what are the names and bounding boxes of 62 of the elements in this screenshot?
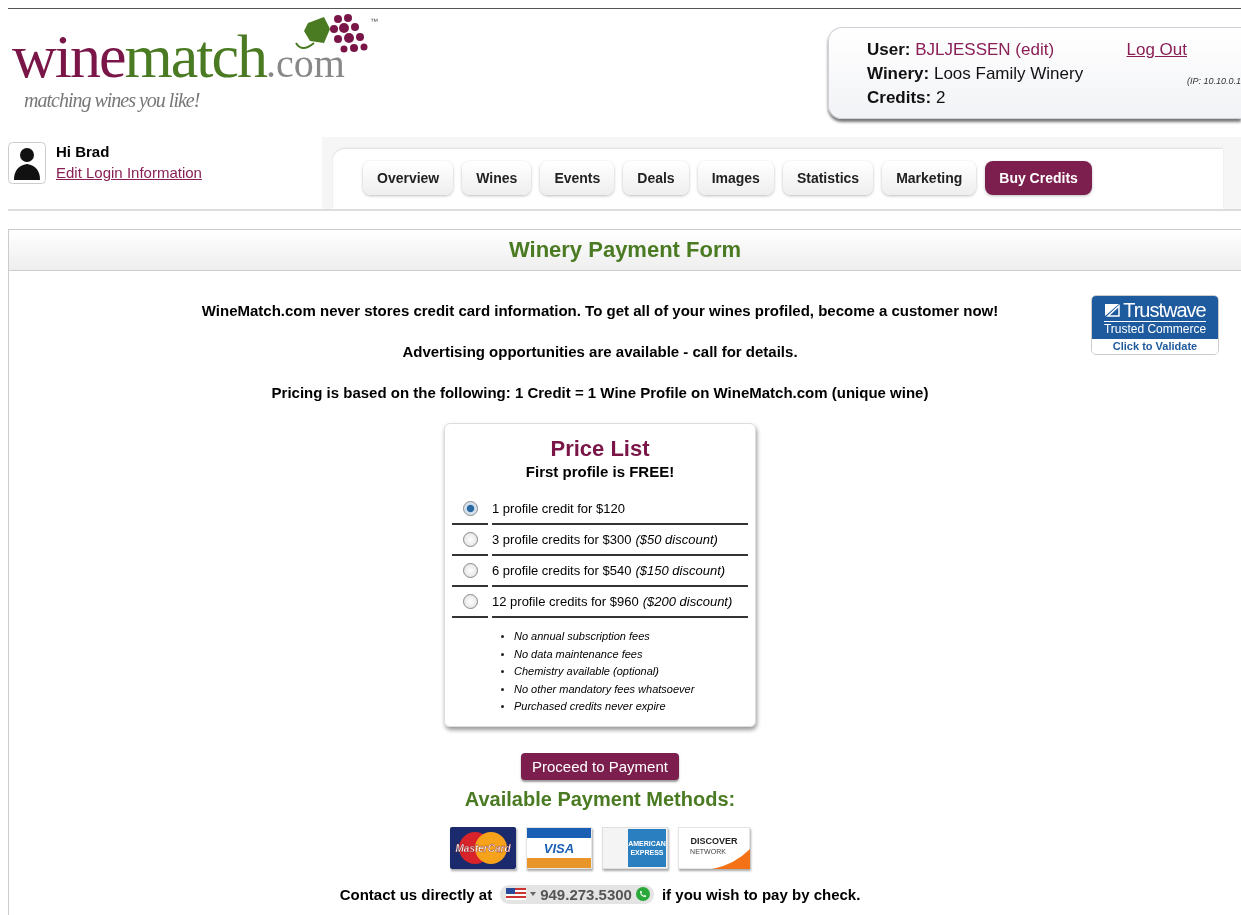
nav-tab[interactable]: Buy Credits [985, 161, 1092, 195]
bullet-icon [501, 670, 504, 674]
caret-icon [530, 892, 537, 896]
contact-text: Contact us directly at [339, 885, 493, 903]
radio-button[interactable] [462, 594, 478, 609]
proceed-button[interactable]: Proceed to Payment [521, 752, 679, 780]
bullet-icon [501, 635, 504, 639]
phone-icon [635, 887, 650, 901]
bullet-icon [501, 705, 504, 709]
info-text: WineMatch.com never stores credit card information. To get all of your wines profiled, become a customer now! [201, 301, 999, 321]
feature-text: Chemistry available (optional) [514, 664, 659, 679]
credits-count: 2 [935, 88, 946, 107]
feature-text: No other mandatory fees whatsoever [514, 681, 695, 697]
flag-icon [506, 888, 527, 900]
price-list-subtitle: First profile is FREE! [525, 462, 675, 482]
ip-address: (IP: 10.10.0.1 [1186, 76, 1241, 86]
info-text: Pricing is based on the following: 1 Credit = 1 Wine Profile on WineMatch.com (unique wine) [271, 383, 929, 403]
nav-tab[interactable]: Events [540, 161, 615, 195]
feature-text: No data maintenance fees [514, 646, 643, 662]
phone-widget[interactable]: 949.273.5300 [500, 884, 654, 904]
bullet-icon [501, 687, 504, 691]
nav-tab[interactable]: Statistics [782, 161, 874, 195]
flag-logo-icon [1104, 303, 1121, 317]
field-label: User: [867, 40, 911, 59]
nav-tab[interactable]: Overview [363, 161, 454, 195]
trademark-mark: ™ [370, 17, 378, 26]
section-title: Available Payment Methods: [464, 787, 736, 811]
feature-text: No annual subscription fees [514, 629, 650, 644]
winery-name: Loos Family Winery [933, 64, 1084, 83]
price-option[interactable]: 3 profile credits for $300 ($50 discount) [492, 525, 748, 556]
badge-subtitle: Trusted Commerce [1103, 322, 1207, 337]
trust-badge[interactable]: Trustwave Trusted Commerce Click to Validate [1091, 295, 1219, 355]
credit-card-logo: VISA [526, 826, 592, 869]
form-title: Winery Payment Form [508, 237, 742, 263]
field-label: Credits: [867, 88, 932, 107]
price-list-title: Price List [550, 436, 650, 462]
phone-number: 949.273.5300 [540, 885, 632, 903]
radio-button[interactable] [462, 501, 478, 516]
field-label: Winery: [867, 64, 930, 83]
nav-tab[interactable]: Images [697, 161, 774, 195]
price-option[interactable]: 12 profile credits for $960 ($200 discount) [492, 587, 748, 618]
price-option[interactable]: 6 profile credits for $540 ($150 discount) [492, 556, 748, 587]
price-option[interactable]: 1 profile credit for $120 [492, 494, 748, 525]
logo-domain: .com [266, 41, 345, 87]
logo-wordmark: match [124, 21, 267, 92]
nav-tab[interactable]: Marketing [882, 161, 977, 195]
bullet-icon [501, 652, 504, 656]
nav-tab[interactable]: Deals [623, 161, 689, 195]
contact-text: if you wish to pay by check. [661, 885, 861, 903]
radio-button[interactable] [462, 563, 478, 578]
logo-tagline: matching wines you like! [24, 89, 201, 112]
edit-login-link[interactable]: Edit Login Information [56, 162, 202, 184]
greeting-text: Hi Brad [56, 142, 111, 162]
info-text: Advertising opportunities are available - call for details. [402, 342, 798, 362]
username-link[interactable]: BJLJESSEN (edit) [915, 40, 1055, 59]
radio-button[interactable] [462, 532, 478, 547]
badge-brand: Trustwave [1123, 299, 1206, 321]
feature-text: Purchased credits never expire [514, 699, 666, 714]
logo-wordmark: wine [12, 21, 125, 92]
nav-tab[interactable]: Wines [462, 161, 532, 195]
logout-link[interactable]: Log Out [1126, 38, 1187, 62]
validate-link[interactable]: Click to Validate [1092, 339, 1218, 354]
